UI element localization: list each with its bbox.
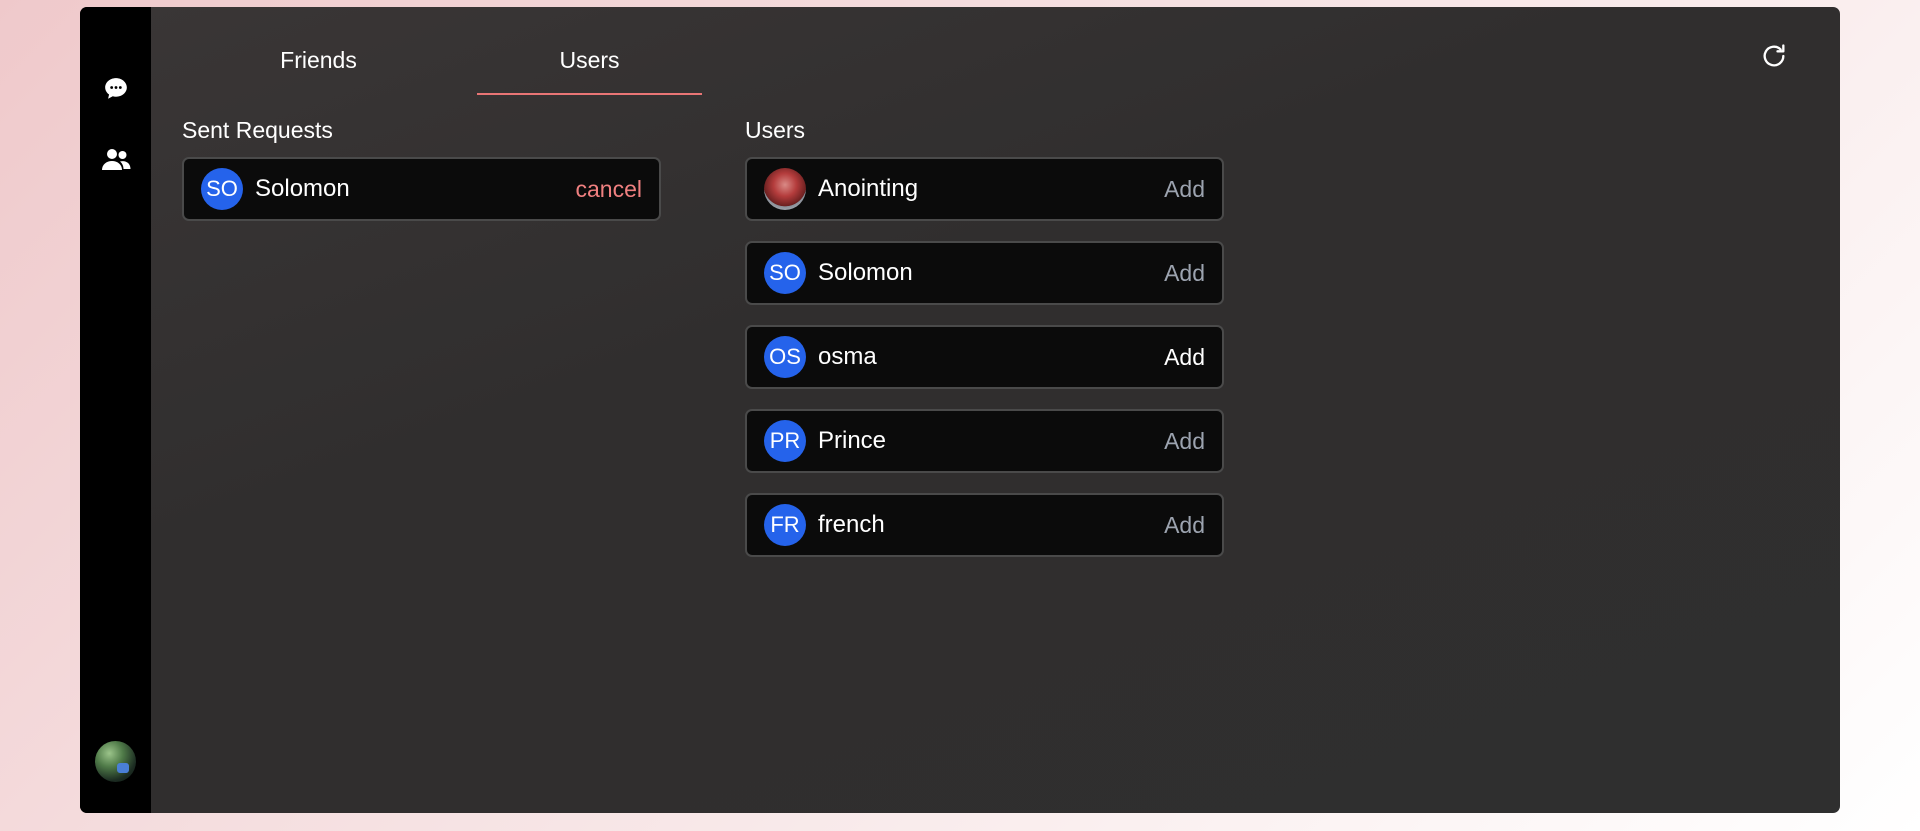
chat-nav-button[interactable]: [98, 71, 133, 106]
user-card: OS osma Add: [745, 325, 1224, 389]
user-card: SO Solomon Add: [745, 241, 1224, 305]
avatar: PR: [764, 420, 806, 462]
add-user-button[interactable]: Add: [1164, 428, 1205, 455]
tab-friends-label: Friends: [280, 47, 357, 73]
tab-friends[interactable]: Friends: [206, 47, 431, 93]
avatar: [764, 168, 806, 210]
sidebar-rail: [80, 7, 151, 813]
users-nav-button[interactable]: [98, 142, 133, 177]
add-user-button[interactable]: Add: [1164, 260, 1205, 287]
user-name: osma: [818, 343, 877, 370]
user-card: FR french Add: [745, 493, 1224, 557]
add-user-button[interactable]: Add: [1164, 176, 1205, 203]
sent-request-card: SO Solomon cancel: [182, 157, 661, 221]
profile-avatar[interactable]: [95, 741, 136, 782]
avatar: FR: [764, 504, 806, 546]
refresh-icon: [1763, 44, 1785, 67]
add-user-button[interactable]: Add: [1164, 344, 1205, 371]
avatar: SO: [764, 252, 806, 294]
user-card: PR Prince Add: [745, 409, 1224, 473]
refresh-button[interactable]: [1759, 41, 1789, 71]
tab-users[interactable]: Users: [477, 47, 702, 95]
tab-users-label: Users: [559, 47, 620, 73]
avatar: SO: [201, 168, 243, 210]
cancel-request-button[interactable]: cancel: [576, 176, 642, 203]
sent-requests-title: Sent Requests: [182, 117, 333, 143]
user-card: Anointing Add: [745, 157, 1224, 221]
user-name: french: [818, 511, 885, 538]
chat-bubble-icon: [104, 77, 127, 99]
users-icon: [101, 148, 130, 170]
main-content: Friends Users Sent Requests SO Solomon c…: [151, 7, 1840, 813]
users-title: Users: [745, 117, 806, 143]
user-name: Solomon: [818, 259, 913, 286]
user-name: Solomon: [255, 175, 350, 202]
add-user-button[interactable]: Add: [1164, 512, 1205, 539]
user-name: Prince: [818, 427, 887, 454]
avatar: OS: [764, 336, 806, 378]
app-window: Friends Users Sent Requests SO Solomon c…: [80, 7, 1840, 813]
user-name: Anointing: [818, 175, 919, 202]
